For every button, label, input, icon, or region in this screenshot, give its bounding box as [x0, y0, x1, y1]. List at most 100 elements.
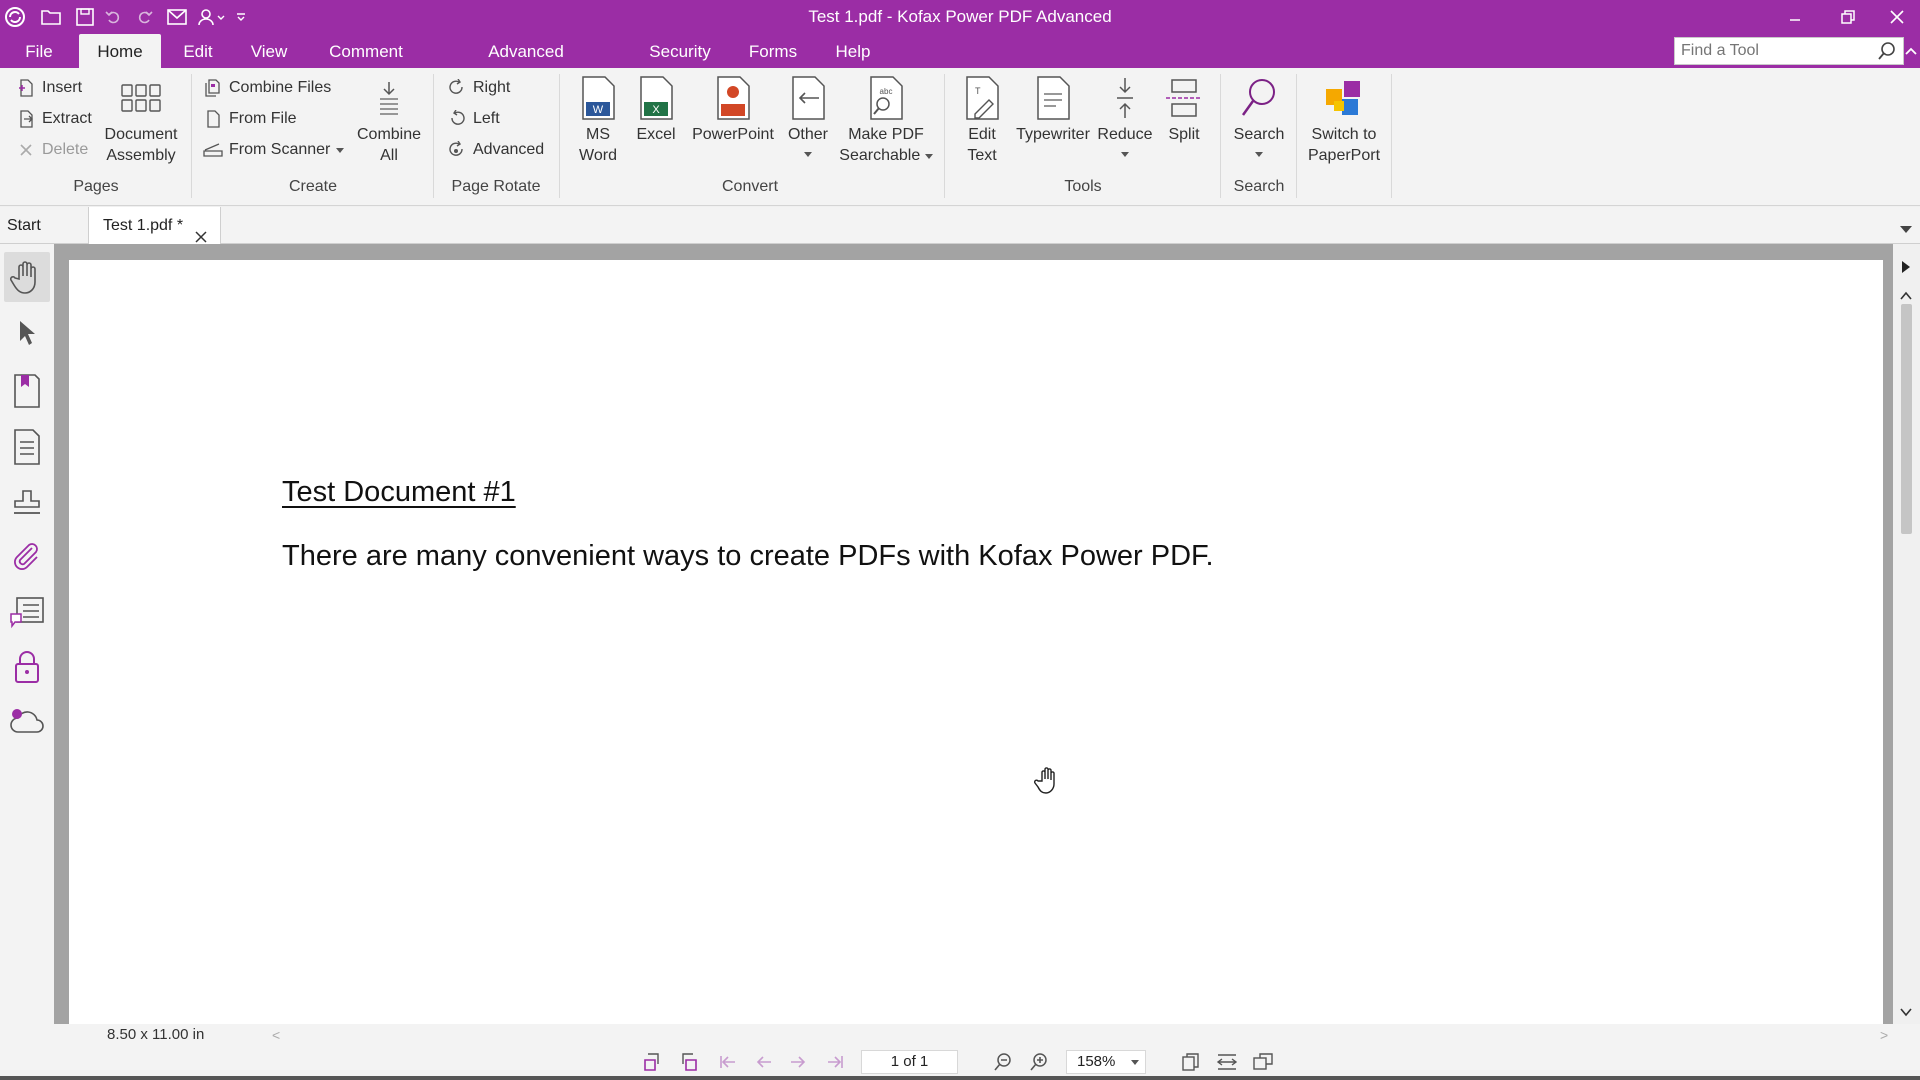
pages-panel-icon[interactable] [4, 422, 50, 472]
edit-text-icon: T [960, 74, 1004, 122]
group-separator [1391, 74, 1392, 198]
scroll-down-icon[interactable] [1900, 1004, 1912, 1022]
tab-advanced-processing[interactable]: Advanced Processing [442, 34, 610, 97]
tab-start[interactable]: Start [0, 207, 86, 244]
make-pdf-searchable-label-1: Make PDF [848, 126, 924, 143]
convert-powerpoint-button[interactable]: PowerPoint [686, 74, 780, 145]
next-page-icon[interactable] [785, 1050, 811, 1074]
rotate-right-icon [447, 78, 467, 98]
reduce-label: Reduce [1097, 126, 1153, 143]
switch-paperport-label-2: PaperPort [1307, 147, 1381, 164]
cloud-icon[interactable] [4, 696, 50, 746]
insert-button[interactable]: Insert [16, 75, 82, 101]
close-window-button[interactable] [1874, 0, 1920, 34]
combine-all-button[interactable]: Combine All [350, 74, 428, 166]
create-group-label: Create [288, 178, 338, 195]
insert-page-icon [16, 78, 36, 98]
comments-list-icon[interactable] [4, 588, 50, 638]
attachment-paperclip-icon[interactable] [4, 532, 50, 582]
document-viewport[interactable]: Test Document #1 There are many convenie… [54, 244, 1893, 1024]
extract-button[interactable]: Extract [16, 106, 92, 132]
ribbon: Insert Extract Delete Document Assembly … [0, 68, 1920, 206]
rotate-advanced-button[interactable]: Advanced [447, 137, 544, 163]
bottom-edge [0, 1076, 1920, 1080]
file-icon [203, 109, 223, 129]
bookmarks-icon[interactable] [4, 366, 50, 416]
security-lock-icon[interactable] [4, 642, 50, 692]
hand-tool-icon[interactable] [4, 252, 50, 302]
switch-to-paperport-button[interactable]: Switch to PaperPort [1302, 74, 1386, 166]
scroll-left-icon[interactable]: < [272, 1027, 280, 1043]
chevron-down-icon [336, 141, 345, 159]
typewriter-button[interactable]: Typewriter [1012, 74, 1094, 145]
vertical-scrollbar[interactable] [1893, 244, 1920, 1024]
split-button[interactable]: Split [1158, 74, 1210, 145]
page-number-field[interactable]: 1 of 1 [861, 1050, 958, 1074]
rotate-left-label: Left [473, 110, 500, 127]
stamp-icon[interactable] [4, 478, 50, 528]
rotate-page-left-icon[interactable] [639, 1050, 665, 1074]
panel-expand-arrow-icon[interactable] [1899, 260, 1913, 279]
last-page-icon[interactable] [822, 1050, 848, 1074]
document-assembly-button[interactable]: Document Assembly [98, 74, 184, 166]
tab-comment[interactable]: Comment [322, 34, 410, 68]
tab-edit[interactable]: Edit [178, 34, 218, 68]
tab-test-1-pdf[interactable]: Test 1.pdf * [88, 207, 221, 245]
minimize-button[interactable] [1772, 0, 1818, 34]
convert-ms-word-button[interactable]: W MS Word [568, 74, 628, 166]
from-scanner-button[interactable]: From Scanner [203, 137, 345, 163]
zoom-in-icon[interactable] [1026, 1050, 1052, 1074]
svg-text:W: W [593, 104, 604, 116]
search-label: Search [1233, 126, 1285, 143]
full-screen-icon[interactable] [1250, 1050, 1276, 1074]
rotate-page-right-icon[interactable] [676, 1050, 702, 1074]
tab-list-dropdown-icon[interactable] [1900, 221, 1912, 239]
scroll-right-icon[interactable]: > [1880, 1027, 1888, 1043]
insert-label: Insert [42, 79, 83, 96]
tab-help[interactable]: Help [830, 34, 876, 68]
fit-width-icon[interactable] [1214, 1050, 1240, 1074]
zoom-dropdown-icon[interactable] [1131, 1051, 1139, 1073]
delete-button[interactable]: Delete [16, 137, 88, 163]
reduce-button[interactable]: Reduce [1094, 74, 1156, 163]
chevron-down-icon [1121, 145, 1129, 163]
rotate-left-icon [447, 109, 467, 129]
combine-files-label: Combine Files [229, 79, 332, 96]
tab-forms[interactable]: Forms [743, 34, 803, 68]
search-button[interactable]: Search [1228, 74, 1290, 163]
previous-page-icon[interactable] [751, 1050, 777, 1074]
first-page-icon[interactable] [715, 1050, 741, 1074]
svg-text:T: T [975, 86, 981, 96]
paperport-icon [1322, 74, 1366, 122]
combine-files-button[interactable]: Combine Files [203, 75, 331, 101]
edit-text-button[interactable]: T Edit Text [954, 74, 1010, 166]
find-a-tool-input[interactable] [1675, 38, 1865, 64]
zoom-out-icon[interactable] [990, 1050, 1016, 1074]
rotate-right-button[interactable]: Right [447, 75, 510, 101]
search-icon[interactable] [1877, 41, 1897, 66]
tab-view[interactable]: View [246, 34, 292, 68]
restore-button[interactable] [1825, 0, 1871, 34]
single-page-view-icon[interactable] [1178, 1050, 1204, 1074]
edit-text-label-1: Edit [968, 126, 996, 143]
make-pdf-searchable-button[interactable]: abc Make PDF Searchable [838, 74, 934, 166]
pdf-page[interactable]: Test Document #1 There are many convenie… [69, 260, 1883, 1024]
convert-other-button[interactable]: Other [780, 74, 836, 163]
zoom-level-field[interactable]: 158% [1066, 1050, 1146, 1074]
delete-x-icon [16, 140, 36, 160]
collapse-ribbon-icon[interactable] [1904, 44, 1918, 58]
group-separator [433, 74, 434, 198]
typewriter-label: Typewriter [1016, 126, 1090, 143]
tab-home[interactable]: Home [79, 34, 161, 68]
tab-security[interactable]: Security [644, 34, 716, 68]
from-file-button[interactable]: From File [203, 106, 297, 132]
tab-file[interactable]: File [20, 34, 58, 68]
other-format-icon [786, 74, 830, 122]
scroll-thumb[interactable] [1901, 304, 1912, 534]
rotate-left-button[interactable]: Left [447, 106, 500, 132]
hand-cursor-icon [1034, 765, 1064, 800]
select-arrow-icon[interactable] [4, 308, 50, 358]
convert-excel-button[interactable]: X Excel [628, 74, 684, 145]
tab-test-1-pdf-label: Test 1.pdf * [103, 217, 184, 234]
find-a-tool-box[interactable] [1674, 37, 1904, 65]
